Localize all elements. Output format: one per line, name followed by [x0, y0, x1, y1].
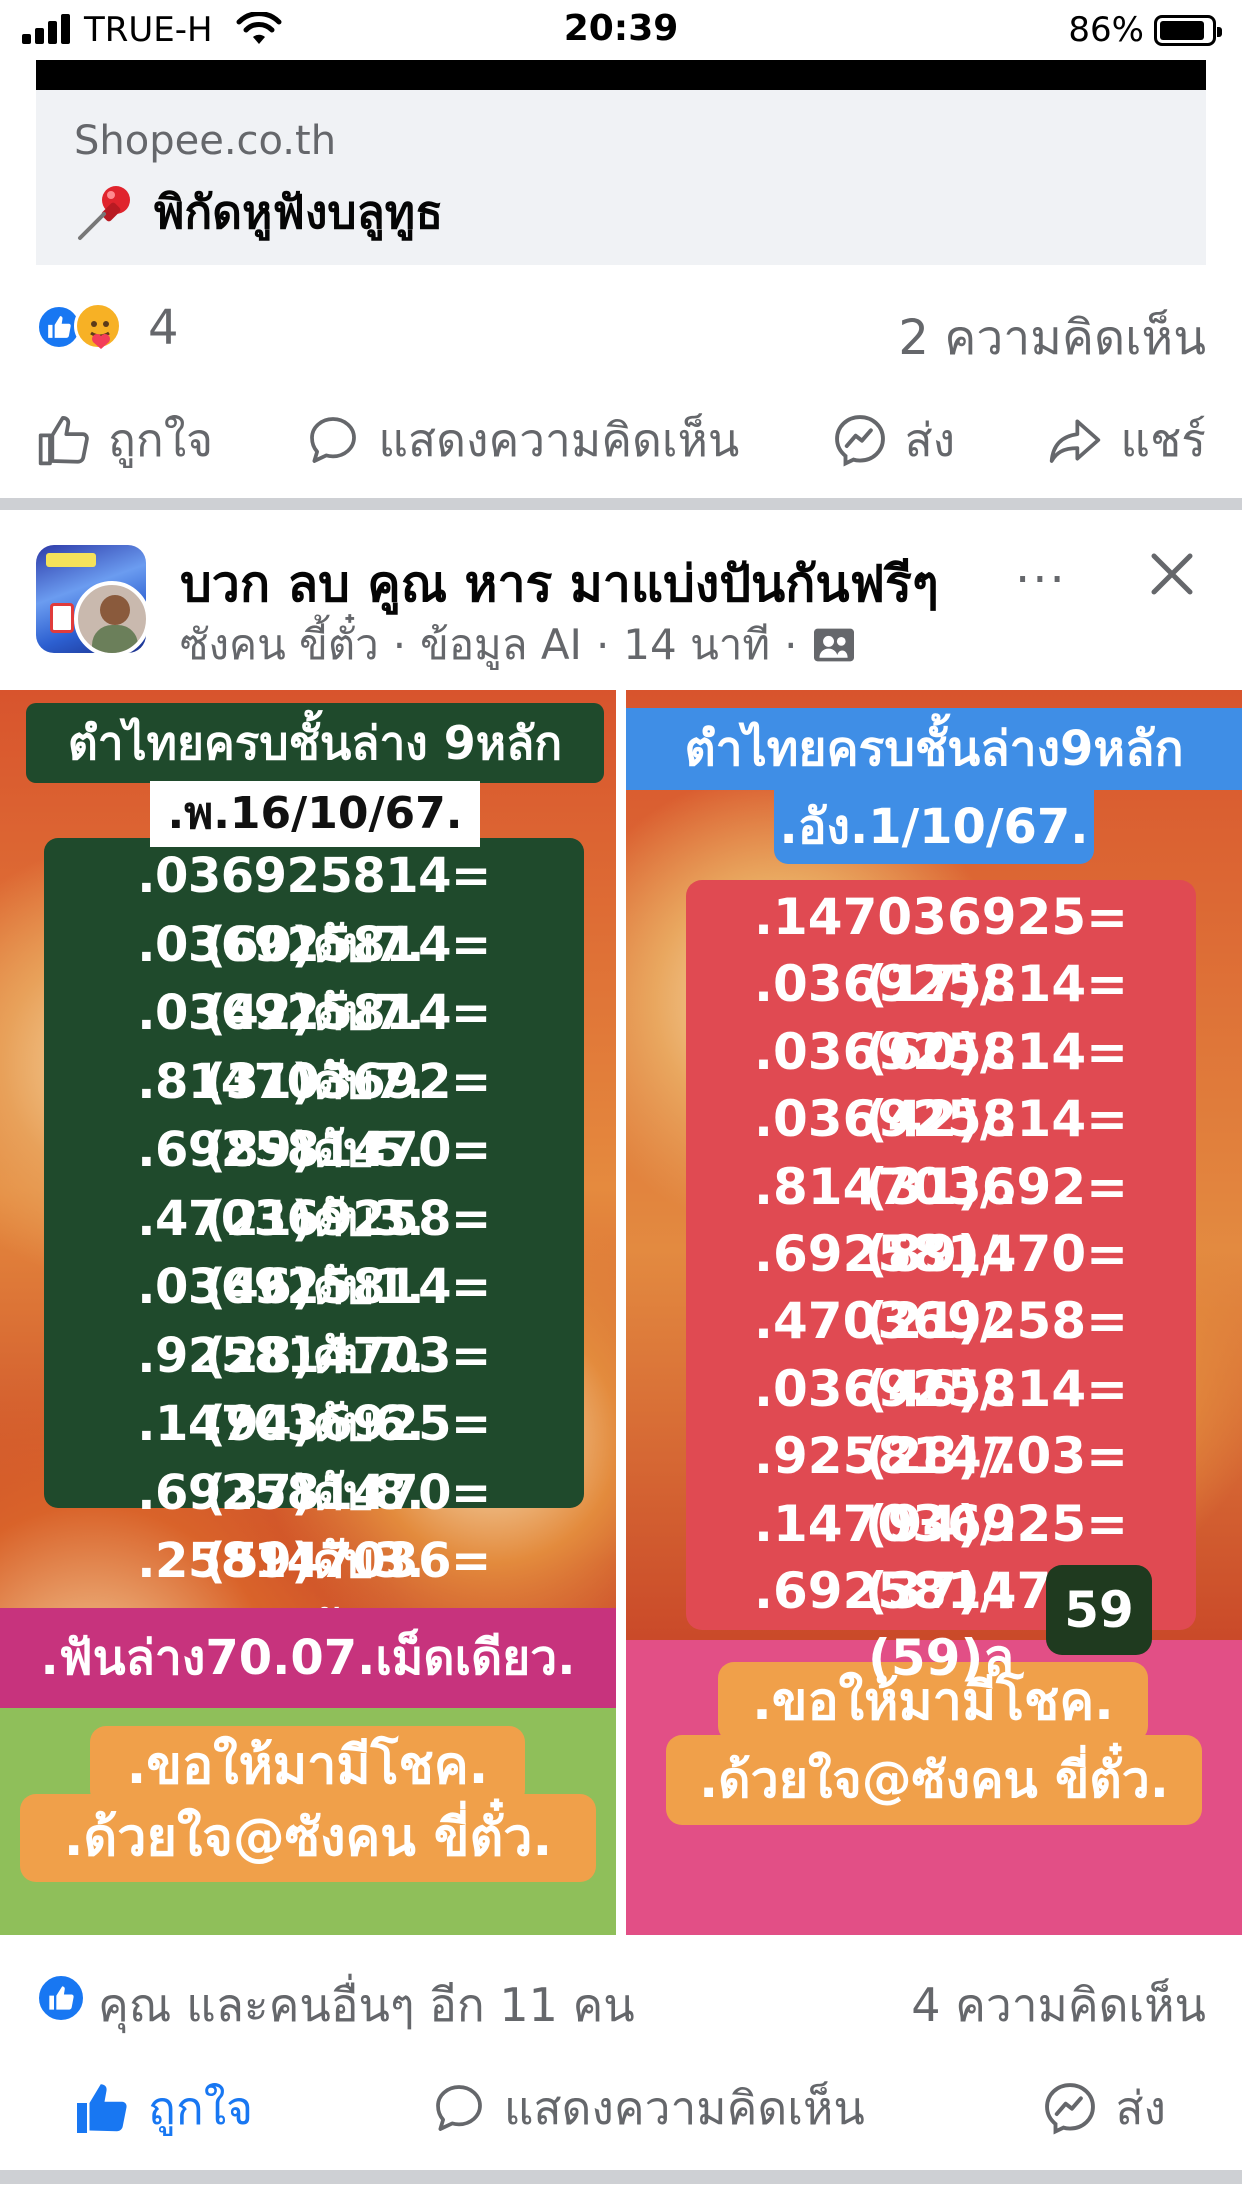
like-reaction-icon: [36, 1973, 86, 2023]
left-row: .814703692=(89)ดับ5.: [137, 1053, 491, 1179]
reaction-summary[interactable]: คุณ และคนอื่นๆ อีก 11 คน 4 ความคิดเห็น: [36, 1965, 1206, 2035]
thumbs-up-icon: [38, 415, 89, 466]
left-heading: ตำไทยครบชั้นล่าง 9หลัก: [26, 703, 604, 783]
right-row: .814703692=(89)/.: [754, 1157, 1128, 1283]
comment-label: แสดงความคิดเห็น: [503, 2080, 865, 2135]
comment-count[interactable]: 4 ความคิดเห็น: [911, 1969, 1206, 2042]
like-button[interactable]: ถูกใจ: [36, 404, 213, 477]
right-date: .อัง.1/10/67.: [774, 790, 1094, 864]
left-row: .036925814=(31)ดับ7.: [137, 985, 491, 1110]
right-row: .147036925=(17)/.: [754, 888, 1128, 1014]
messenger-icon: [1045, 2083, 1096, 2135]
comment-bubble-icon: [310, 417, 357, 463]
left-row: .470369258=(46)ดับ1.: [137, 1190, 491, 1316]
right-heading: ตำไทยครบชั้นล่าง9หลัก: [626, 708, 1242, 790]
link-preview-card[interactable]: Shopee.co.th พิกัดหูฟังบลูทูธ: [36, 90, 1206, 265]
left-row: .036925814=(42)ดับ7.: [137, 916, 491, 1042]
comment-button[interactable]: แสดงความคิดเห็น: [430, 2072, 865, 2145]
reaction-text: คุณ และคนอื่นๆ อีก 11 คน: [98, 1978, 635, 2032]
post-actions-bar: ถูกใจ แสดงความคิดเห็น ส่ง แชร์: [36, 400, 1206, 480]
post-separator: [0, 498, 1242, 510]
left-row: .692581470=(59)ดับ3.: [137, 1464, 491, 1590]
previous-image-edge: [36, 60, 1206, 90]
left-row: .147036925=(37)ดับ8.: [137, 1396, 491, 1521]
comment-label: แสดงความคิดเห็น: [378, 412, 740, 467]
clock: 20:39: [563, 8, 679, 49]
image-divider: [616, 690, 626, 1935]
care-reaction-icon: [74, 302, 122, 350]
left-row: .692581470=(21)ดับ3.: [137, 1122, 491, 1247]
comment-bubble-icon: [435, 2085, 482, 2131]
right-row: .036925814=(60)/.: [754, 955, 1128, 1081]
left-row: .258147036=(??)ดับ9.: [137, 1533, 491, 1658]
group-audience-icon: [814, 628, 855, 662]
send-button[interactable]: ส่ง: [831, 404, 956, 477]
post-actions-bar: ถูกใจ แสดงความคิดเห็น ส่ง: [36, 2068, 1206, 2148]
reaction-summary[interactable]: 4 2 ความคิดเห็น: [36, 300, 1206, 366]
send-label: ส่ง: [904, 412, 956, 467]
group-avatar[interactable]: [36, 545, 146, 653]
link-title: พิกัดหูฟังบลูทูธ: [74, 176, 443, 249]
thumbs-up-icon: [77, 2084, 127, 2133]
messenger-icon: [834, 415, 885, 467]
send-label: ส่ง: [1115, 2080, 1166, 2135]
right-row: .692581470=(21)/.: [754, 1224, 1128, 1351]
link-title-text: พิกัดหูฟังบลูทูธ: [154, 185, 444, 239]
right-row: .036925814=(42)/.: [754, 1022, 1128, 1149]
right-row: .036925814=(28)/.: [754, 1359, 1128, 1486]
author-name[interactable]: ซังคน ขี้ตั๋ว: [180, 612, 379, 678]
post-time[interactable]: 14 นาที: [623, 612, 770, 678]
ai-info-link[interactable]: ข้อมูล AI: [420, 612, 582, 678]
share-arrow-icon: [1050, 419, 1101, 463]
left-blessing-2: .ด้วยใจ@ซังคน ขี่ตั๋ว.: [20, 1794, 596, 1882]
right-row: .925814703=(94)/.: [754, 1427, 1128, 1553]
post-separator: [0, 2170, 1242, 2184]
left-number-list: .036925814=(60)ดับ7. .036925814=(42)ดับ7…: [44, 838, 584, 1658]
author-avatar[interactable]: [74, 581, 146, 653]
send-button[interactable]: ส่ง: [1041, 2072, 1166, 2145]
battery-percent: 86%: [1068, 10, 1144, 50]
left-bottom-banner: .ฟันล่าง70.07.เม็ดเดียว.: [0, 1608, 616, 1708]
battery-icon: [1154, 15, 1222, 46]
left-lottery-image[interactable]: ตำไทยครบชั้นล่าง 9หลัก .036925814=(60)ดั…: [0, 690, 616, 1935]
right-blessing-2: .ด้วยใจ@ซังคน ขี่ตั๋ว.: [666, 1735, 1202, 1825]
left-row: .036925814=(28)ดับ7.: [137, 1259, 491, 1384]
share-label: แชร์: [1120, 412, 1206, 467]
link-domain: Shopee.co.th: [74, 118, 337, 164]
more-options-button[interactable]: ···: [1015, 552, 1067, 608]
share-button[interactable]: แชร์: [1046, 404, 1206, 477]
comment-count[interactable]: 2 ความคิดเห็น: [898, 300, 1206, 376]
reaction-count: 4: [148, 300, 179, 356]
pushpin-icon: [78, 185, 130, 240]
post-meta: ซังคน ขี้ตั๋ว · ข้อมูล AI · 14 นาที ·: [180, 612, 857, 678]
status-bar: TRUE-H 20:39 86%: [0, 0, 1242, 60]
right-row: .036925814=(31)/.: [754, 1090, 1128, 1216]
comment-button[interactable]: แสดงความคิดเห็น: [304, 404, 739, 477]
left-row: .036925814=(60)ดับ7.: [137, 848, 491, 973]
number-badge: 59: [1046, 1565, 1152, 1655]
like-label: ถูกใจ: [148, 2080, 254, 2135]
left-blessing-area: .ขอให้มามีโชค. .ด้วยใจ@ซังคน ขี่ตั๋ว.: [0, 1708, 616, 1935]
right-row: .470369258=(46)/.: [754, 1292, 1128, 1418]
close-icon[interactable]: [1148, 550, 1196, 598]
right-number-list: .147036925=(17)/. .036925814=(60)/. .036…: [686, 880, 1196, 1687]
right-lottery-image[interactable]: ตำไทยครบชั้นล่าง9หลัก .อัง.1/10/67. .ขอใ…: [626, 690, 1242, 1935]
like-button[interactable]: ถูกใจ: [72, 2072, 253, 2145]
left-row: .925814703=(94)ดับ6.: [137, 1327, 491, 1453]
like-label: ถูกใจ: [108, 412, 214, 467]
right-row: .147036925=(37)/.: [754, 1494, 1128, 1620]
left-date: .พ.16/10/67.: [150, 781, 480, 847]
